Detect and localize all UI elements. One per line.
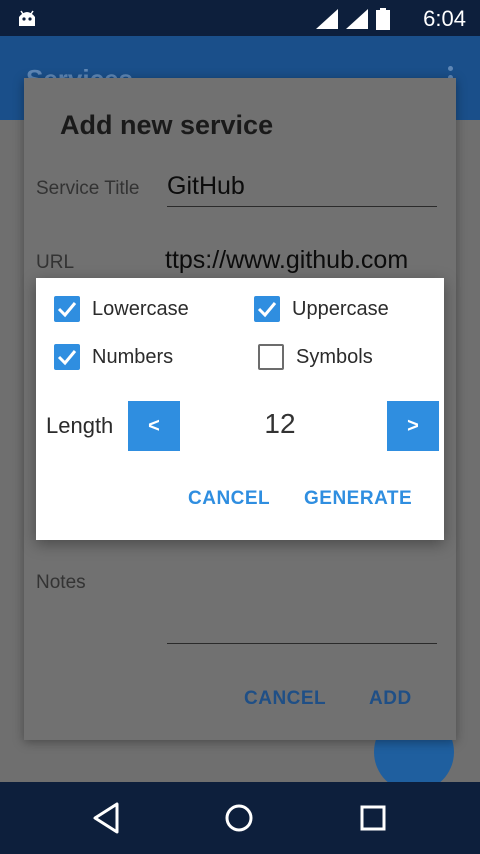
back-icon[interactable] xyxy=(89,800,125,836)
navigation-bar xyxy=(0,782,480,854)
numbers-checkbox[interactable] xyxy=(54,344,80,370)
uppercase-option[interactable]: Uppercase xyxy=(254,296,389,322)
add-dialog-add-button[interactable]: ADD xyxy=(369,688,412,710)
symbols-option[interactable]: Symbols xyxy=(258,344,373,370)
cell-signal-icon xyxy=(346,9,368,29)
notes-label: Notes xyxy=(36,572,86,593)
length-label: Length xyxy=(46,413,114,438)
android-icon xyxy=(19,10,35,26)
lowercase-option[interactable]: Lowercase xyxy=(54,296,189,322)
uppercase-checkbox[interactable] xyxy=(254,296,280,322)
home-icon[interactable] xyxy=(221,800,257,836)
symbols-checkbox[interactable] xyxy=(258,344,284,370)
numbers-label: Numbers xyxy=(92,345,174,368)
lowercase-label: Lowercase xyxy=(92,297,189,320)
url-label: URL xyxy=(36,252,75,273)
lowercase-checkbox[interactable] xyxy=(54,296,80,322)
generate-button[interactable]: GENERATE xyxy=(304,488,412,510)
check-icon xyxy=(257,302,277,318)
increase-length-button[interactable]: > xyxy=(387,401,439,451)
symbols-label: Symbols xyxy=(296,345,373,368)
url-input[interactable]: ttps://www.github.com xyxy=(165,246,439,275)
check-icon xyxy=(57,350,77,366)
numbers-option[interactable]: Numbers xyxy=(54,344,173,370)
service-title-label: Service Title xyxy=(36,178,140,199)
decrease-length-button[interactable]: < xyxy=(128,401,180,451)
add-dialog-cancel-button[interactable]: CANCEL xyxy=(244,688,326,710)
uppercase-label: Uppercase xyxy=(292,297,389,320)
generator-cancel-button[interactable]: CANCEL xyxy=(188,488,270,510)
status-time: 6:04 xyxy=(423,6,466,31)
check-icon xyxy=(57,302,77,318)
dialog-title: Add new service xyxy=(60,110,274,140)
service-title-underline xyxy=(167,206,437,207)
notes-input[interactable] xyxy=(167,643,437,644)
password-generator-dialog: Lowercase Uppercase Numbers Symbols Leng… xyxy=(36,278,444,540)
wifi-signal-icon xyxy=(316,9,338,29)
status-bar: 6:04 xyxy=(0,0,480,36)
status-icons xyxy=(316,8,390,30)
length-value: 12 xyxy=(264,408,296,439)
battery-icon xyxy=(376,8,390,30)
recents-icon[interactable] xyxy=(355,800,391,836)
service-title-input[interactable]: GitHub xyxy=(167,172,437,201)
